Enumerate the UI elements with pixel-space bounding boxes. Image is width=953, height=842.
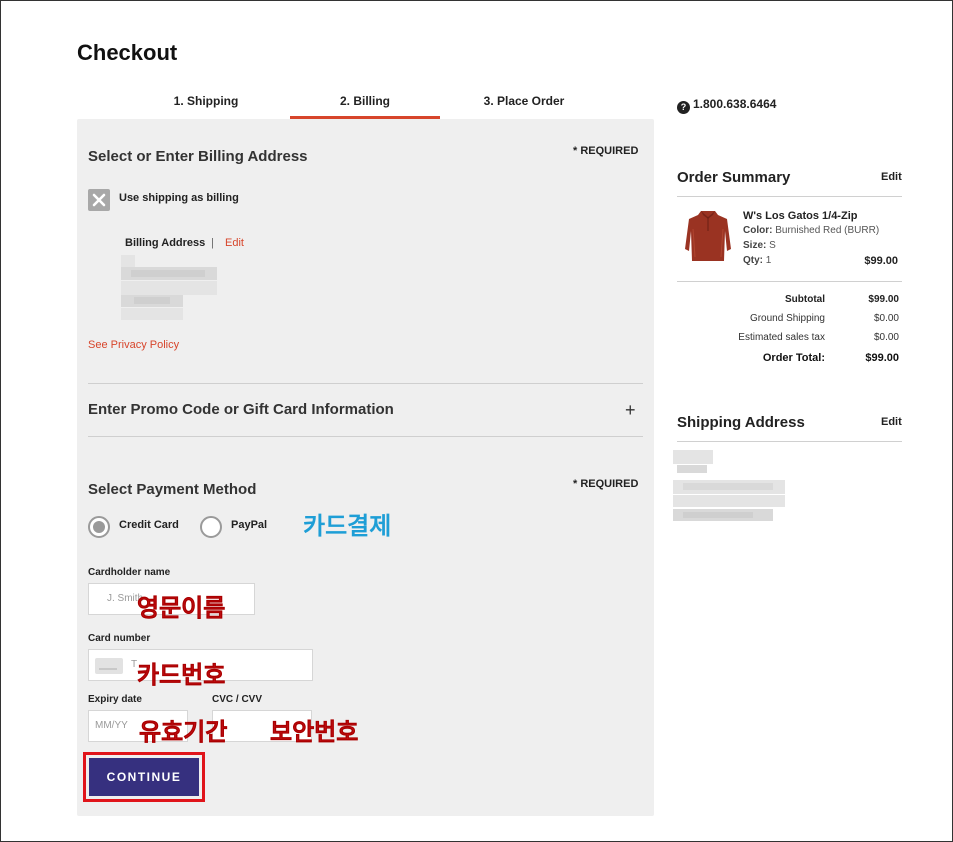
product-name[interactable]: W's Los Gatos 1/4-Zip [743, 210, 857, 222]
payment-method-title: Select Payment Method [88, 481, 257, 498]
step-billing[interactable]: 2. Billing [290, 94, 440, 108]
shipping-cost-value: $0.00 [873, 313, 899, 324]
shipping-address-title: Shipping Address [677, 414, 805, 431]
phone-number: 1.800.638.6464 [693, 97, 777, 111]
privacy-policy-link[interactable]: See Privacy Policy [88, 339, 179, 351]
cvc-label: CVC / CVV [212, 694, 263, 705]
credit-card-icon [95, 658, 123, 674]
cardholder-name-label: Cardholder name [88, 567, 171, 578]
x-icon [92, 193, 106, 207]
use-shipping-checkbox[interactable] [88, 189, 110, 211]
annotation-card-number: 카드번호 [137, 661, 226, 690]
product-price: $99.00 [864, 255, 898, 267]
contact-phone[interactable]: ? 1.800.638.6464 [677, 97, 776, 114]
annotation-expiry: 유효기간 [139, 718, 228, 747]
divider [677, 196, 902, 197]
billing-address-title: Select or Enter Billing Address [88, 148, 308, 165]
order-total-value: $99.00 [865, 352, 899, 364]
tax-label: Estimated sales tax [738, 332, 825, 343]
product-qty: Qty: 1 [743, 255, 772, 266]
promo-title[interactable]: Enter Promo Code or Gift Card Informatio… [88, 401, 394, 418]
order-total-label: Order Total: [762, 352, 825, 364]
billing-required-note: * REQUIRED [573, 145, 639, 157]
annotation-card-payment: 카드결제 [303, 512, 392, 540]
annotation-english-name: 영문이름 [137, 594, 226, 623]
divider [88, 436, 643, 437]
annotation-security-code: 보안번호 [270, 718, 359, 747]
product-size: Size: S [743, 240, 776, 251]
order-summary-title: Order Summary [677, 169, 791, 186]
product-thumbnail [685, 211, 731, 261]
paypal-label: PayPal [231, 519, 268, 531]
plus-icon[interactable]: + [625, 400, 636, 421]
billing-address-label: Billing Address [125, 237, 206, 249]
expiry-date-label: Expiry date [88, 694, 142, 705]
order-summary-edit-link[interactable]: Edit [881, 171, 902, 183]
page-title: Checkout [77, 40, 178, 65]
divider [677, 441, 902, 442]
expiry-placeholder: MM/YY [95, 720, 128, 731]
card-number-label: Card number [88, 633, 151, 644]
divider [677, 281, 902, 282]
shipping-cost-label: Ground Shipping [749, 313, 825, 324]
billing-address-edit-link[interactable]: Edit [225, 237, 244, 249]
subtotal-value: $99.00 [868, 294, 899, 305]
subtotal-label: Subtotal [785, 294, 825, 305]
help-icon: ? [677, 101, 690, 114]
payment-required-note: * REQUIRED [573, 478, 639, 490]
step-place-order[interactable]: 3. Place Order [454, 94, 594, 108]
use-shipping-label: Use shipping as billing [119, 192, 239, 204]
product-color: Color: Burnished Red (BURR) [743, 225, 880, 236]
tax-value: $0.00 [873, 332, 899, 343]
credit-card-label: Credit Card [119, 519, 179, 531]
paypal-radio[interactable] [200, 516, 222, 538]
credit-card-radio[interactable] [88, 516, 110, 538]
continue-button[interactable]: CONTINUE [89, 758, 199, 796]
divider [88, 383, 643, 384]
shipping-address-edit-link[interactable]: Edit [881, 416, 902, 428]
step-shipping[interactable]: 1. Shipping [136, 94, 276, 108]
billing-address-separator: | [211, 237, 214, 249]
